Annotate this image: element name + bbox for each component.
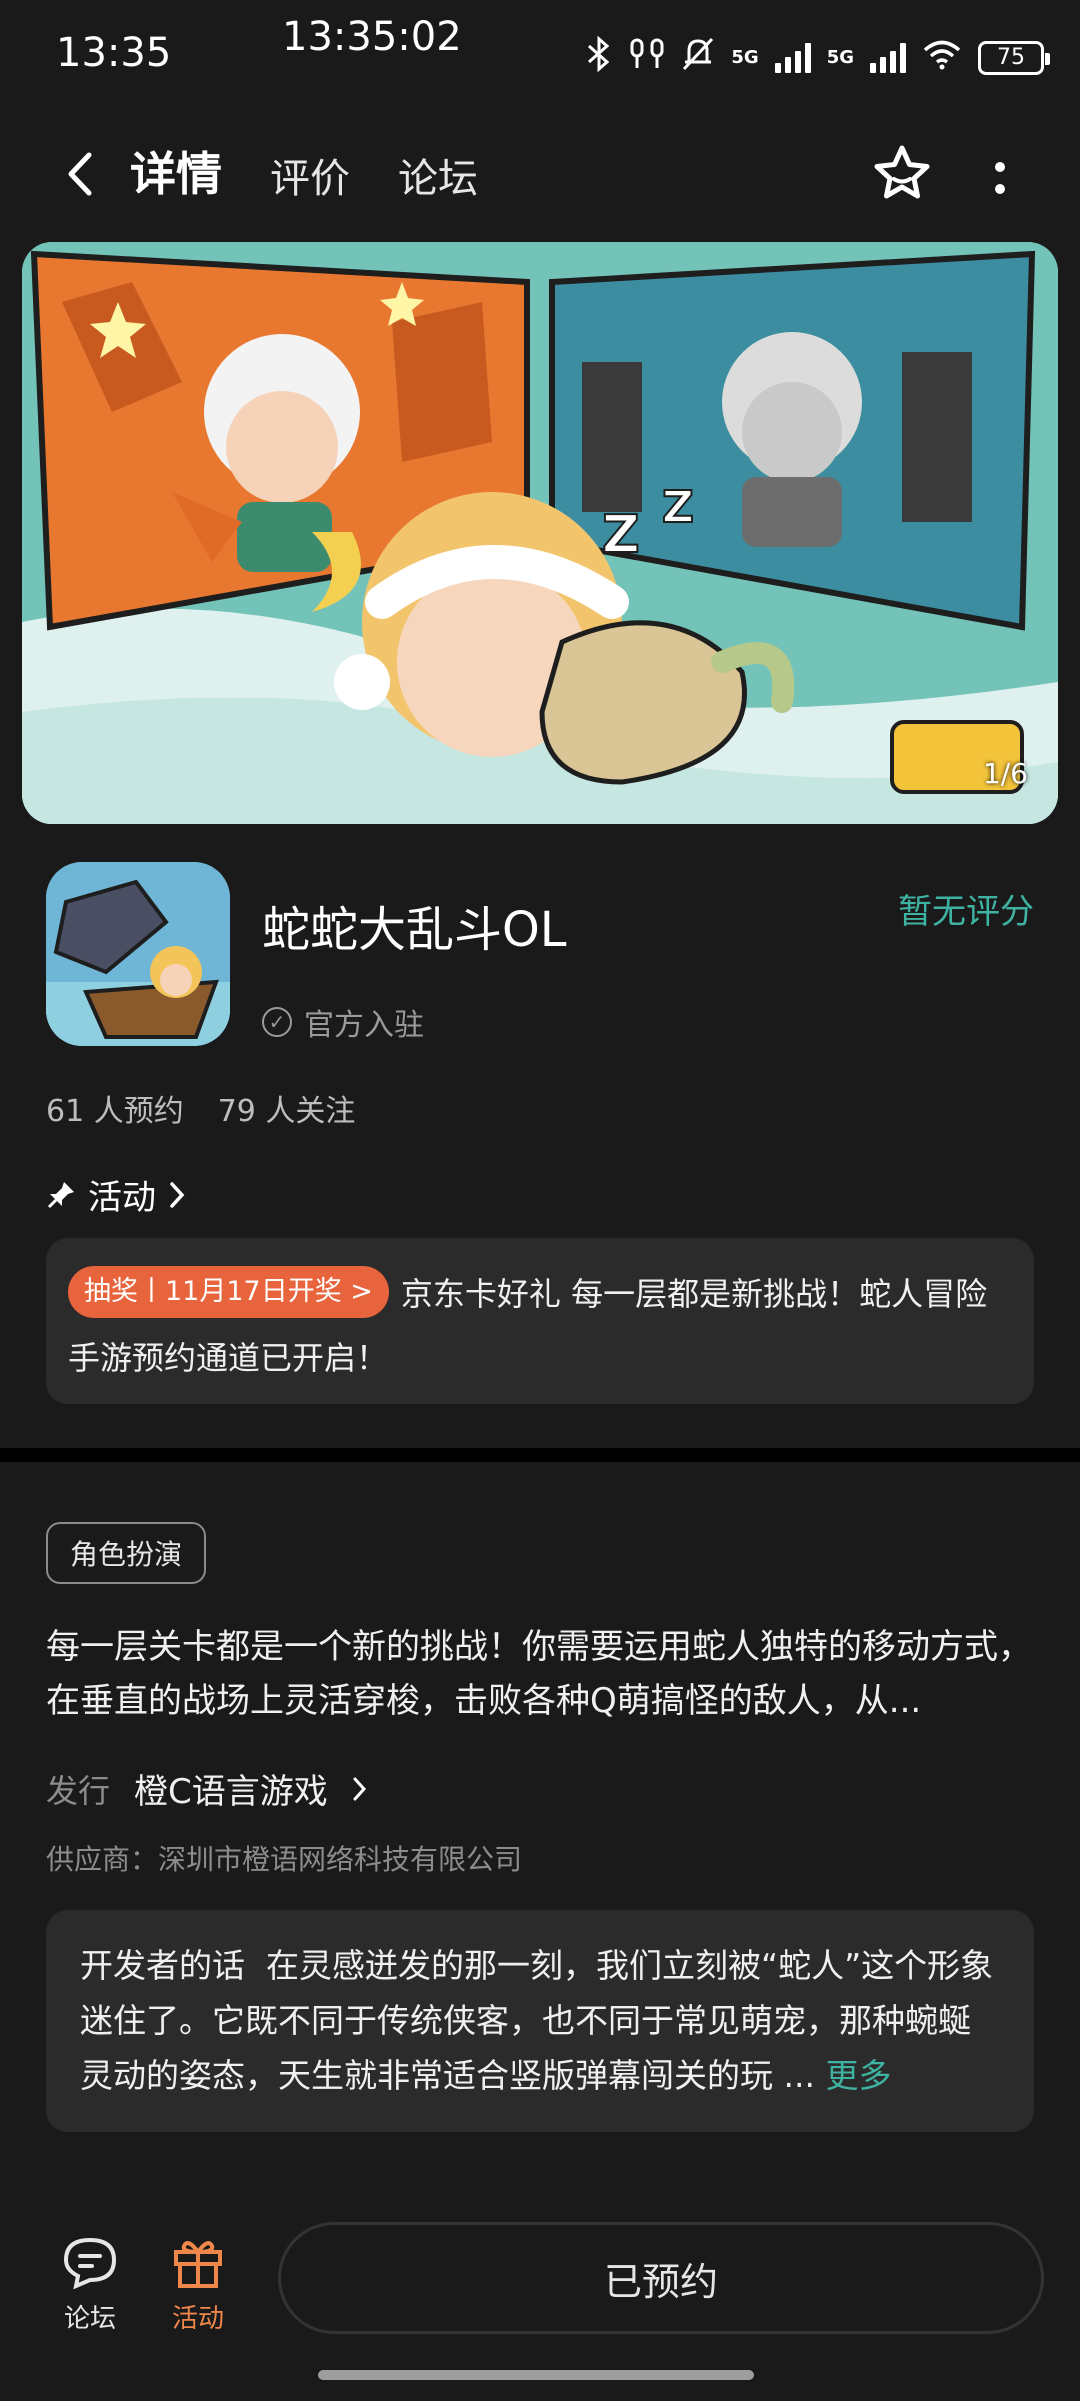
official-label: 官方入驻 bbox=[304, 1008, 424, 1043]
tab-details-label: 详情 bbox=[130, 147, 222, 201]
verified-check-icon: ✓ bbox=[262, 1007, 292, 1037]
activity-label: 活动 bbox=[171, 2304, 224, 2334]
signal-icon-2 bbox=[870, 42, 906, 73]
publisher-name: 橙C语言游戏 bbox=[134, 1772, 328, 1812]
developer-notes-card[interactable]: 开发者的话 在灵感迸发的那一刻，我们立刻被“蛇人”这个形象迷住了。它既不同于传统… bbox=[46, 1910, 1034, 2132]
favorite-star-button[interactable] bbox=[870, 142, 934, 206]
chevron-left-icon bbox=[68, 152, 92, 196]
star-icon bbox=[874, 145, 930, 199]
chevron-right-icon bbox=[353, 1777, 366, 1800]
top-nav-bar: 详情 评价 论坛 bbox=[0, 120, 1080, 230]
official-badge: ✓ 官方入驻 bbox=[262, 1000, 424, 1044]
svg-text:Z: Z bbox=[602, 505, 640, 565]
network-type-1: 5G bbox=[731, 47, 759, 68]
app-stats: 61 人预约 79 人关注 bbox=[46, 1086, 355, 1130]
wifi-icon bbox=[922, 38, 962, 77]
section-divider bbox=[0, 1448, 1080, 1462]
supplier-info: 供应商：深圳市橙语网络科技有限公司 bbox=[46, 1843, 523, 1876]
tab-details[interactable]: 详情 bbox=[130, 138, 222, 218]
forum-button[interactable]: 论坛 bbox=[40, 2234, 140, 2335]
svg-text:Z: Z bbox=[662, 482, 694, 533]
lottery-badge: 抽奖丨11月17日开奖 > bbox=[68, 1266, 389, 1318]
activity-button[interactable]: 活动 bbox=[148, 2234, 248, 2335]
network-type-2: 5G bbox=[826, 47, 854, 68]
tab-bar: 详情 评价 论坛 bbox=[130, 138, 478, 218]
mute-bell-icon bbox=[681, 36, 715, 79]
banner-carousel[interactable]: Z Z 1/6 bbox=[22, 242, 1058, 824]
game-description[interactable]: 每一层关卡都是一个新的挑战！你需要运用蛇人独特的移动方式，在垂直的战场上灵活穿梭… bbox=[46, 1620, 1036, 1728]
developer-title: 开发者的话 bbox=[80, 1946, 245, 1985]
status-bar: 13:35 13:35:02 5G 5G 75 bbox=[0, 0, 1080, 120]
reserved-button[interactable]: 已预约 bbox=[278, 2222, 1044, 2334]
forum-label: 论坛 bbox=[63, 2304, 116, 2334]
more-options-button[interactable] bbox=[976, 150, 1024, 206]
activity-card[interactable]: 抽奖丨11月17日开奖 > 京东卡好礼 每一层都是新挑战！蛇人冒险手游预约通道已开… bbox=[46, 1238, 1034, 1404]
publisher-row[interactable]: 发行 橙C语言游戏 bbox=[46, 1764, 368, 1813]
signal-icon bbox=[774, 42, 811, 73]
home-indicator[interactable] bbox=[318, 2370, 754, 2380]
app-icon bbox=[46, 862, 230, 1046]
pin-icon bbox=[47, 1181, 74, 1208]
back-button[interactable] bbox=[52, 146, 108, 202]
status-icons: 5G 5G 75 bbox=[585, 35, 1050, 79]
chevron-right-icon bbox=[170, 1181, 185, 1208]
publisher-label: 发行 bbox=[46, 1771, 111, 1810]
rating-label: 暂无评分 bbox=[898, 892, 1034, 932]
app-name: 蛇蛇大乱斗OL bbox=[262, 902, 567, 958]
battery-icon: 75 bbox=[978, 40, 1050, 75]
banner-artwork: Z Z bbox=[22, 242, 1058, 824]
more-link[interactable]: 更多 bbox=[825, 2056, 891, 2095]
genre-tag[interactable]: 角色扮演 bbox=[46, 1522, 207, 1584]
activity-heading: 活动 bbox=[88, 1178, 156, 1218]
bluetooth-icon bbox=[585, 35, 613, 79]
banner-page-counter: 1/6 bbox=[982, 757, 1028, 790]
earbuds-icon bbox=[629, 37, 665, 78]
reservation-count: 61 人预约 bbox=[46, 1094, 184, 1129]
status-clock: 13:35:02 bbox=[282, 14, 462, 60]
tab-forum[interactable]: 论坛 bbox=[398, 146, 478, 218]
follow-count: 79 人关注 bbox=[217, 1094, 356, 1129]
forum-chat-icon bbox=[63, 2237, 117, 2290]
activity-section-link[interactable]: 活动 bbox=[46, 1170, 186, 1219]
gift-icon bbox=[174, 2241, 222, 2288]
tab-reviews[interactable]: 评价 bbox=[270, 146, 350, 218]
status-time: 13:35 bbox=[56, 30, 172, 76]
